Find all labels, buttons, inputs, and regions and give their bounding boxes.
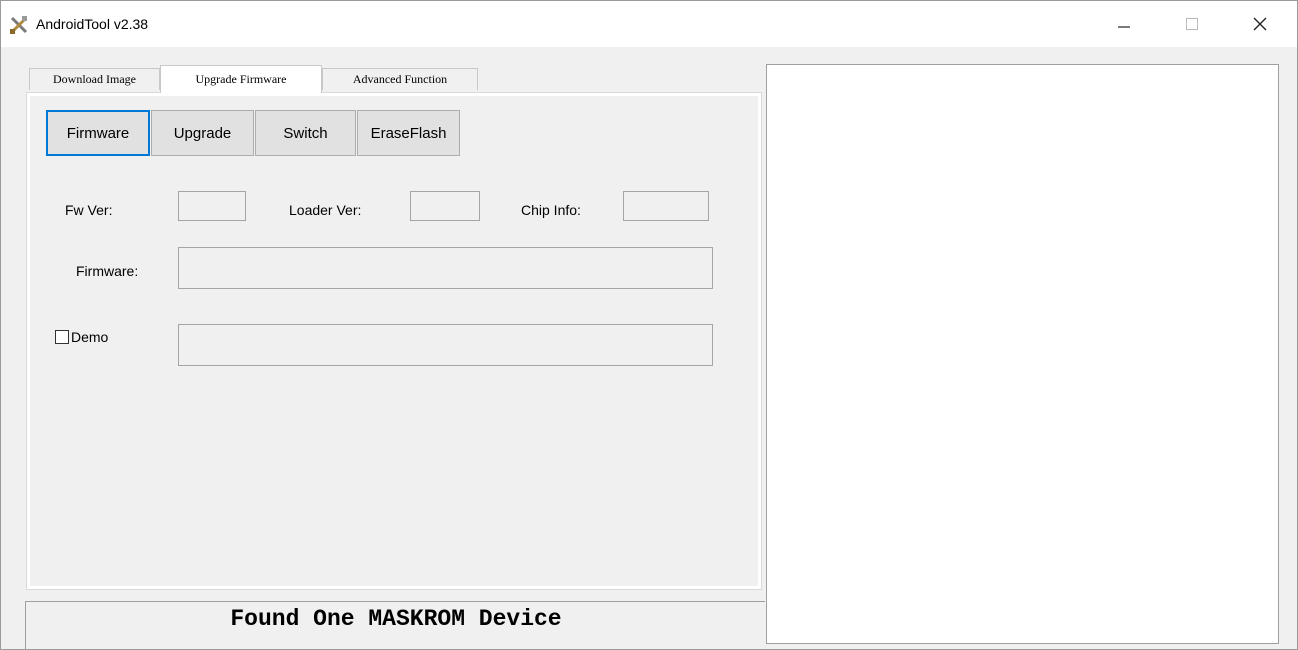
chip-info-label: Chip Info: bbox=[521, 202, 581, 218]
fw-ver-field[interactable] bbox=[178, 191, 246, 221]
log-panel[interactable] bbox=[766, 64, 1279, 644]
chip-info-field[interactable] bbox=[623, 191, 709, 221]
switch-button[interactable]: Switch bbox=[255, 110, 356, 156]
close-icon bbox=[1253, 17, 1267, 31]
app-window: AndroidTool v2.38 Download Image Upgrade… bbox=[0, 0, 1298, 650]
eraseflash-button[interactable]: EraseFlash bbox=[357, 110, 460, 156]
firmware-button[interactable]: Firmware bbox=[46, 110, 150, 156]
tab-download-image[interactable]: Download Image bbox=[29, 68, 160, 90]
status-bar: Found One MASKROM Device bbox=[25, 601, 765, 649]
window-title: AndroidTool v2.38 bbox=[36, 16, 149, 32]
maximize-button[interactable] bbox=[1169, 1, 1215, 47]
close-button[interactable] bbox=[1237, 1, 1283, 47]
minimize-icon bbox=[1118, 26, 1130, 28]
minimize-button[interactable] bbox=[1101, 1, 1147, 47]
loader-ver-label: Loader Ver: bbox=[289, 202, 362, 218]
fw-ver-label: Fw Ver: bbox=[65, 202, 113, 218]
demo-checkbox[interactable] bbox=[55, 330, 69, 344]
tab-upgrade-firmware[interactable]: Upgrade Firmware bbox=[160, 65, 322, 93]
firmware-path-label: Firmware: bbox=[76, 263, 139, 279]
maximize-icon bbox=[1186, 18, 1198, 30]
loader-ver-field[interactable] bbox=[410, 191, 480, 221]
upgrade-button[interactable]: Upgrade bbox=[151, 110, 254, 156]
firmware-path-field[interactable] bbox=[178, 247, 713, 289]
tools-icon bbox=[9, 15, 29, 35]
demo-path-field[interactable] bbox=[178, 324, 713, 366]
tab-advanced-function[interactable]: Advanced Function bbox=[322, 68, 478, 90]
title-bar[interactable]: AndroidTool v2.38 bbox=[1, 1, 1297, 47]
demo-label[interactable]: Demo bbox=[71, 328, 108, 346]
status-text: Found One MASKROM Device bbox=[230, 606, 562, 632]
